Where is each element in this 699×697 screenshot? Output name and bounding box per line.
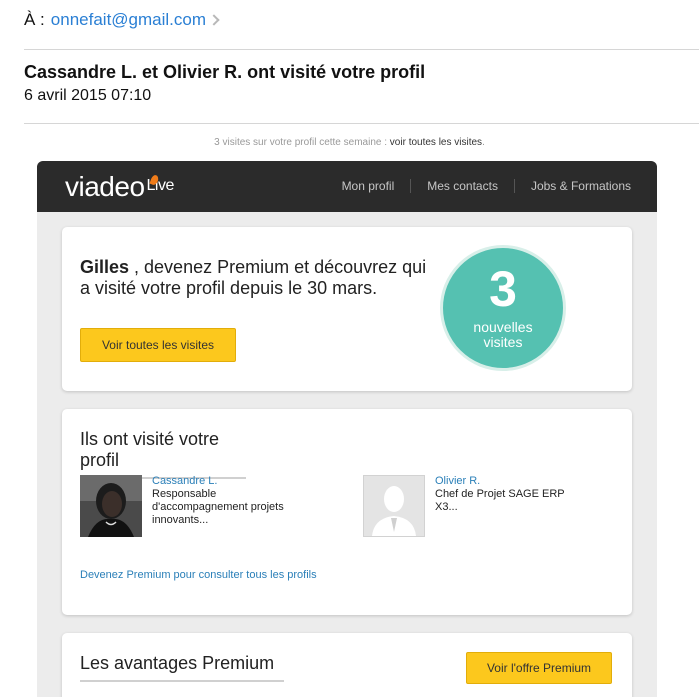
email-body: viadeo Live Mon profil Mes contacts Jobs … (37, 161, 657, 697)
visit-count-label-1: nouvelles (473, 319, 533, 335)
chevron-right-icon[interactable] (208, 14, 220, 26)
become-premium-link[interactable]: Devenez Premium pour consulter tous les … (80, 569, 317, 581)
see-all-visits-link[interactable]: voir toutes les visites (390, 137, 482, 148)
premium-promo-card: Gilles , devenez Premium et découvrez qu… (62, 227, 632, 391)
recipient-row: À : onnefait@gmail.com (24, 10, 220, 30)
visits-note: 3 visites sur votre profil cette semaine… (0, 137, 699, 148)
viadeo-topbar: viadeo Live Mon profil Mes contacts Jobs … (37, 161, 657, 212)
recipient-address[interactable]: onnefait@gmail.com (51, 10, 206, 30)
visitors-title: Ils ont visité votre profil (80, 429, 246, 479)
advantages-title: Les avantages Premium (80, 653, 284, 682)
promo-text: Gilles , devenez Premium et découvrez qu… (80, 257, 440, 299)
nav-mon-profil[interactable]: Mon profil (342, 179, 411, 193)
viadeo-logo[interactable]: viadeo Live (65, 171, 174, 203)
user-name: Gilles (80, 257, 130, 277)
nav-jobs-formations[interactable]: Jobs & Formations (513, 179, 631, 193)
visitor-name[interactable]: Olivier R. (435, 475, 480, 487)
topbar-nav: Mon profil Mes contacts Jobs & Formation… (342, 179, 631, 193)
visitor-name[interactable]: Cassandre L. (152, 475, 217, 487)
avatar-placeholder-icon[interactable] (363, 475, 425, 537)
to-label: À : (24, 10, 45, 29)
visits-note-end: . (482, 137, 485, 148)
premium-advantages-card: Les avantages Premium Voir l'offre Premi… (62, 633, 632, 697)
logo-text: viadeo (65, 171, 145, 202)
avatar[interactable] (80, 475, 142, 537)
divider (24, 49, 699, 50)
visit-count-badge: 3 nouvelles visites (440, 245, 566, 371)
visit-count-label-2: visites (483, 334, 523, 350)
visitor-role: Responsable d'accompagnement projets inn… (152, 488, 284, 526)
see-all-visits-button[interactable]: Voir toutes les visites (80, 328, 236, 362)
visitors-card: Ils ont visité votre profil Cassandre L.… (62, 409, 632, 615)
email-subject: Cassandre L. et Olivier R. ont visité vo… (24, 62, 426, 82)
promo-message: , devenez Premium et découvrez qui a vis… (80, 257, 427, 298)
premium-offer-button[interactable]: Voir l'offre Premium (466, 652, 612, 684)
visit-count: 3 (489, 261, 517, 317)
visits-note-text: 3 visites sur votre profil cette semaine… (214, 137, 388, 148)
email-date: 6 avril 2015 07:10 (24, 87, 152, 104)
visitor-role: Chef de Projet SAGE ERP X3... (435, 488, 565, 513)
nav-mes-contacts[interactable]: Mes contacts (410, 179, 514, 193)
divider (24, 123, 699, 124)
